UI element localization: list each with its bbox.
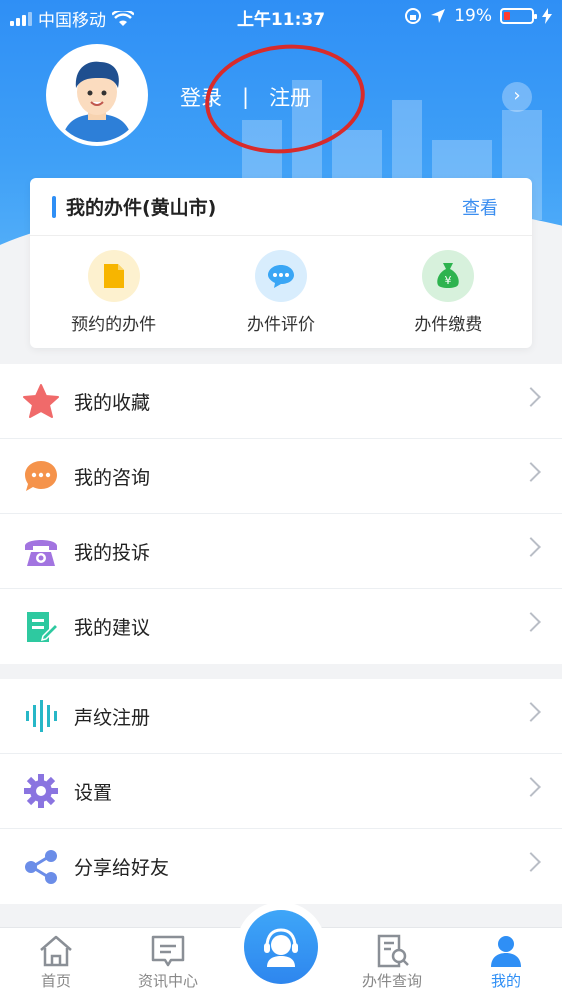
tab-label: 我的: [490, 972, 521, 990]
home-icon: [40, 935, 72, 967]
share-icon: [22, 848, 60, 886]
rotation-lock-icon: [405, 8, 422, 24]
soundwave-icon: [22, 697, 60, 735]
chat-bubble-icon: [254, 250, 307, 302]
gear-icon: [22, 772, 60, 810]
avatar[interactable]: [46, 44, 148, 146]
menu-item-label: 我的投诉: [74, 541, 151, 564]
phone-icon: [22, 532, 60, 570]
card-header: 我的办件(黄山市) 查看: [30, 178, 532, 236]
menu-item-share[interactable]: 分享给好友: [0, 829, 562, 904]
menu-item-label: 分享给好友: [74, 857, 170, 879]
tab-mine[interactable]: 我的: [450, 934, 562, 991]
card-item-evaluation[interactable]: 办件评价: [201, 250, 361, 335]
charging-icon: [542, 8, 552, 24]
star-icon: [22, 382, 60, 420]
card-item-appointment[interactable]: 预约的办件: [34, 250, 194, 335]
tab-customer-service[interactable]: [236, 902, 326, 992]
speech-bubble-icon: [22, 457, 60, 495]
suggestion-doc-icon: [22, 608, 60, 646]
card-item-payment[interactable]: ¥ 办件缴费: [368, 250, 528, 335]
menu-item-settings[interactable]: 设置: [0, 754, 562, 829]
menu-item-label: 我的建议: [74, 617, 151, 639]
card-item-label: 办件评价: [246, 315, 315, 335]
battery-icon: [500, 8, 537, 24]
my-cases-card: 我的办件(黄山市) 查看 预约的办件 办件评价 ¥ 办件缴费: [30, 178, 532, 348]
view-link[interactable]: 查看: [462, 194, 498, 220]
default-avatar-icon: [50, 48, 144, 142]
customer-service-icon: [264, 928, 298, 967]
card-item-label: 预约的办件: [71, 315, 157, 335]
tab-label: 首页: [40, 972, 71, 990]
location-icon: [431, 9, 446, 23]
profile-arrow-button[interactable]: ›: [502, 82, 532, 112]
menu-item-label: 设置: [74, 781, 113, 804]
money-bag-icon: ¥: [422, 250, 475, 302]
document-icon: [87, 250, 140, 302]
search-doc-icon: [377, 934, 409, 968]
tab-news[interactable]: 资讯中心: [112, 934, 224, 991]
menu-item-voiceprint[interactable]: 声纹注册: [0, 679, 562, 754]
tab-case-query[interactable]: 办件查询: [336, 934, 448, 991]
menu-item-label: 我的咨询: [74, 466, 151, 489]
tab-label: 资讯中心: [137, 972, 198, 990]
card-item-label: 办件缴费: [414, 315, 483, 335]
card-accent-bar: [52, 195, 56, 218]
news-icon: [151, 935, 185, 967]
menu-item-consultations[interactable]: 我的咨询: [0, 439, 562, 514]
menu-item-complaints[interactable]: 我的投诉: [0, 514, 562, 589]
tab-home[interactable]: 首页: [0, 934, 112, 991]
menu-item-label: 声纹注册: [74, 706, 151, 729]
menu-item-favorites[interactable]: 我的收藏: [0, 364, 562, 439]
user-icon: [491, 936, 521, 967]
battery-percent: 19%: [454, 6, 492, 26]
menu-item-label: 我的收藏: [74, 391, 151, 414]
status-bar: 中国移动 上午11:37 19%: [0, 0, 562, 32]
tab-label: 办件查询: [361, 972, 422, 990]
menu-item-suggestions[interactable]: 我的建议: [0, 589, 562, 664]
svg-text:¥: ¥: [445, 274, 452, 287]
menu-group-personal: 我的收藏 我的咨询 我的投诉 我的建议: [0, 364, 562, 664]
card-title: 我的办件(黄山市): [66, 197, 217, 219]
menu-group-settings: 声纹注册 设置 分享给好友: [0, 679, 562, 904]
